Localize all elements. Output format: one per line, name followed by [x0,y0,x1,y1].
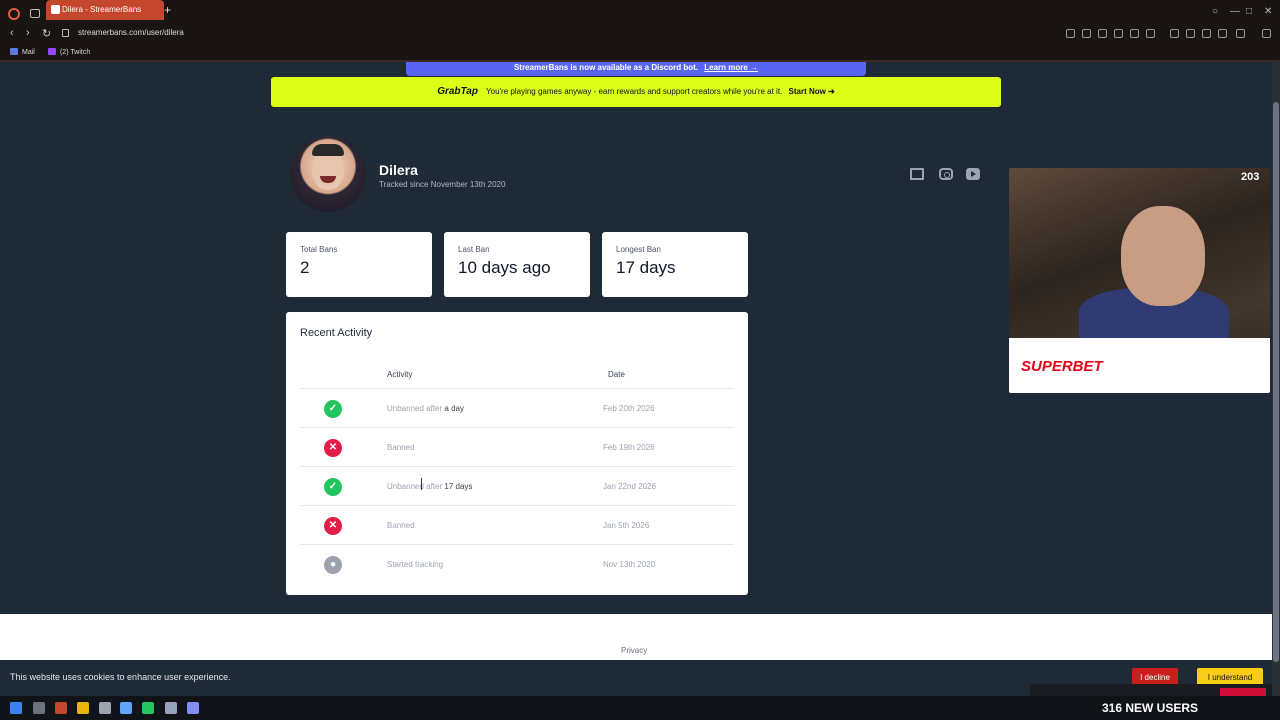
activity-text: Unbanned after 17 days [387,482,473,491]
user-icon: ● [324,556,342,574]
translate-icon[interactable] [1114,29,1123,38]
stat-last-ban: Last Ban 10 days ago [444,232,590,297]
activity-date: Jan 22nd 2026 [603,482,656,491]
recent-activity-title: Recent Activity [300,327,373,339]
xbox-icon[interactable] [142,702,154,714]
text-cursor-icon [421,478,423,490]
learn-more-link[interactable]: Learn more → [704,63,758,72]
activity-date: Feb 19th 2026 [603,443,655,452]
favicon-icon [51,5,60,14]
activity-text: Started tracking [387,560,444,569]
table-row: ✓ Unbanned after 17 days Jan 22nd 2026 [300,466,734,505]
stat-label: Longest Ban [616,245,661,254]
bookmark-icon[interactable] [1066,29,1075,38]
activity-text: Banned [387,521,415,530]
stat-longest-ban: Longest Ban 17 days [602,232,748,297]
youtube-icon[interactable] [966,168,980,180]
discord-banner-text: StreamerBans is now available as a Disco… [513,63,699,72]
reload-button[interactable]: ↻ [42,27,51,40]
new-tab-button[interactable]: + [164,3,171,17]
opera-logo-icon[interactable] [8,8,20,20]
download-icon[interactable] [1218,29,1227,38]
maximize-button[interactable]: □ [1246,6,1252,17]
scrollbar-thumb[interactable] [1273,102,1279,662]
new-users-overlay: 316 NEW USERS [1102,701,1199,715]
tab-title: Dilera - StreamerBans [62,5,142,14]
scrollbar[interactable] [1272,62,1280,696]
check-icon: ✓ [324,400,342,418]
twitch-icon [48,48,56,55]
bookmark-twitch[interactable]: (2) Twitch [48,48,90,56]
lock-icon [62,29,69,37]
task-view-icon[interactable] [33,702,45,714]
grabtap-logo: GrabTap [437,86,478,97]
taskbar: 316 NEW USERS [0,696,1280,720]
search-icon[interactable]: ○ [1212,6,1218,17]
menu-icon[interactable] [1262,29,1271,38]
opera-taskbar-icon[interactable] [55,702,67,714]
instagram-icon[interactable] [939,168,953,180]
forward-button[interactable]: › [26,27,30,39]
cookie-message: This website uses cookies to enhance use… [10,672,231,682]
profile-icon[interactable] [1202,29,1211,38]
check-icon: ✓ [324,478,342,496]
viewer-count: 203 [1241,171,1260,183]
steam-icon[interactable] [120,702,132,714]
column-header-date: Date [608,370,625,379]
profile-name: Dilera [379,162,418,178]
twitch-icon[interactable] [910,168,924,180]
grabtap-text: You're playing games anyway - earn rewar… [486,87,783,96]
snapshot-icon[interactable] [1082,29,1091,38]
stat-value: 17 days [616,258,676,277]
stat-value: 10 days ago [458,258,551,277]
stat-label: Last Ban [458,245,490,254]
column-header-activity: Activity [387,370,413,379]
activity-text: Banned [387,443,415,452]
privacy-link[interactable]: Privacy [621,646,647,655]
stat-label: Total Bans [300,245,338,254]
workspaces-icon[interactable] [30,9,40,18]
stat-value: 2 [300,258,310,277]
close-button[interactable]: ✕ [1264,6,1272,17]
sponsor-name: SUPERBET [1021,358,1103,375]
address-bar[interactable]: streamerbans.com/user/dilera [78,28,184,37]
avatar [290,136,366,212]
minimize-button[interactable]: — [1230,6,1240,17]
puzzle-icon[interactable] [1186,29,1195,38]
mail-icon [10,48,18,55]
tracked-since: Tracked since November 13th 2020 [379,180,506,189]
webcam-overlay: 203 SUPERBET [1009,168,1270,393]
bookmark-mail[interactable]: Mail [10,48,35,56]
heart-icon[interactable] [1146,29,1155,38]
file-explorer-icon[interactable] [77,702,89,714]
start-now-link[interactable]: Start Now ➜ [789,87,835,96]
table-row: ✓ Unbanned after a day Feb 20th 2026 [300,388,734,427]
activity-text: Unbanned after a day [387,404,464,413]
ai-icon[interactable] [1236,29,1245,38]
table-row: ✕ Banned Jan 5th 2026 [300,505,734,544]
recent-activity-card: Recent Activity Activity Date ✓ Unbanned… [286,312,748,595]
activity-date: Nov 13th 2020 [603,560,656,569]
play-icon[interactable] [1130,29,1139,38]
activity-date: Feb 20th 2026 [603,404,655,413]
app-icon[interactable] [187,702,199,714]
stat-total-bans: Total Bans 2 [286,232,432,297]
x-icon: ✕ [324,439,342,457]
back-button[interactable]: ‹ [10,27,14,39]
activity-date: Jan 5th 2026 [603,521,650,530]
store-icon[interactable] [99,702,111,714]
discord-banner: StreamerBans is now available as a Disco… [406,62,866,76]
table-row: ✕ Banned Feb 19th 2026 [300,427,734,466]
settings-icon[interactable] [165,702,177,714]
extension-icon[interactable] [1170,29,1179,38]
shield-icon[interactable] [1098,29,1107,38]
browser-tab[interactable]: Dilera - StreamerBans [46,0,164,20]
footer: Privacy [0,614,1272,660]
browser-chrome: Dilera - StreamerBans + ○ — □ ✕ ‹ › ↻ st… [0,0,1280,62]
table-row: ● Started tracking Nov 13th 2020 [300,544,734,583]
x-icon: ✕ [324,517,342,535]
windows-start-icon[interactable] [10,702,22,714]
grabtap-ad-banner[interactable]: GrabTap You're playing games anyway - ea… [271,77,1001,107]
